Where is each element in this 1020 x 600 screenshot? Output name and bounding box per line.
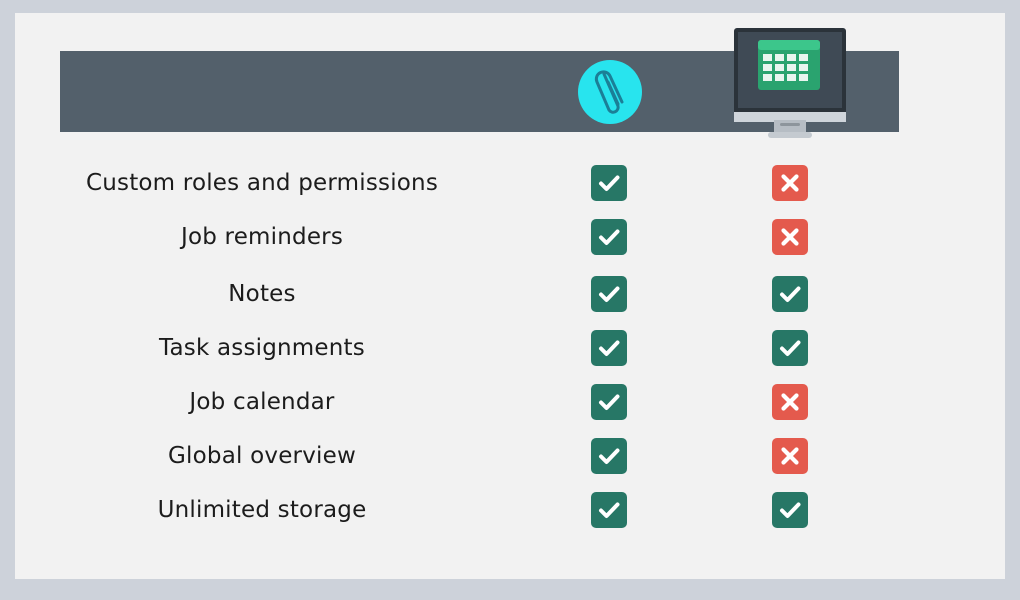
feature-label: Task assignments [159,335,365,361]
check-icon [591,492,627,528]
feature-label: Job reminders [180,224,344,250]
cross-icon [772,219,808,255]
check-icon [591,330,627,366]
table-row: Custom roles and permissions [15,163,1005,203]
table-row: Task assignments [15,328,1005,368]
table-row: Notes [15,274,1005,314]
check-icon [772,276,808,312]
table-row: Unlimited storage [15,490,1005,530]
feature-label: Unlimited storage [157,497,367,523]
check-icon [591,384,627,420]
table-row: Global overview [15,436,1005,476]
check-icon [591,276,627,312]
cross-icon [772,384,808,420]
cross-icon [772,165,808,201]
feature-label: Notes [228,281,296,307]
check-icon [772,330,808,366]
check-icon [772,492,808,528]
feature-comparison-table: Custom roles and permissions Job reminde… [15,13,1005,579]
comparison-card: Custom roles and permissions Job reminde… [15,13,1005,579]
table-row: Job reminders [15,217,1005,257]
check-icon [591,165,627,201]
feature-label: Global overview [168,443,356,469]
check-icon [591,219,627,255]
feature-label: Custom roles and permissions [85,170,439,196]
check-icon [591,438,627,474]
feature-label: Job calendar [189,389,335,415]
cross-icon [772,438,808,474]
table-row: Job calendar [15,382,1005,422]
